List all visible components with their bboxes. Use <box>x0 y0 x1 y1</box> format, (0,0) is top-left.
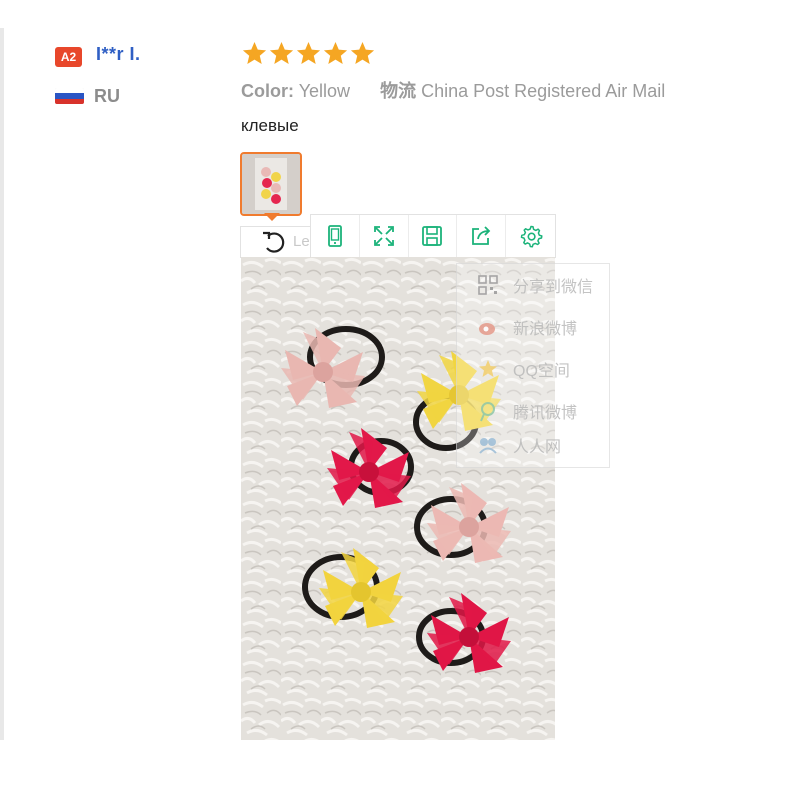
save-image-button[interactable] <box>409 215 458 257</box>
share-tencent-weibo[interactable]: 腾讯微博 <box>477 400 577 422</box>
share-renren[interactable]: 人人网 <box>477 434 561 456</box>
share-weibo[interactable]: 新浪微博 <box>477 316 577 338</box>
rotate-left-control[interactable]: Le <box>240 226 313 258</box>
star-icon <box>242 42 267 64</box>
qzone-icon <box>479 360 497 377</box>
phone-view-icon <box>327 225 342 247</box>
viewer-settings-button[interactable] <box>506 215 555 257</box>
left-border <box>0 28 4 740</box>
share-menu: 分享到微信 新浪微博 QQ空间 腾讯微博 人人网 <box>456 263 610 468</box>
star-rating <box>241 40 376 68</box>
rotate-left-label: Le <box>293 233 310 250</box>
qr-code-icon <box>478 275 498 295</box>
reviewer-country: RU <box>94 86 120 106</box>
phone-view-button[interactable] <box>311 215 360 257</box>
color-label: Color: <box>241 81 294 101</box>
share-icon <box>472 226 491 245</box>
share-weibo-label: 新浪微博 <box>513 321 578 338</box>
shipping-label: 物流 <box>380 81 417 101</box>
share-image-button[interactable] <box>457 215 507 257</box>
star-icon <box>350 42 375 64</box>
tencent-weibo-icon <box>480 402 495 422</box>
settings-icon <box>520 225 543 248</box>
star-icon <box>323 42 348 64</box>
fullscreen-button[interactable] <box>360 215 409 257</box>
share-renren-label: 人人网 <box>513 439 562 456</box>
share-qzone-label: QQ空间 <box>513 363 570 380</box>
shipping-value: China Post Registered Air Mail <box>421 81 666 101</box>
fullscreen-icon <box>373 226 394 246</box>
star-icon <box>296 42 321 64</box>
star-icon <box>269 42 294 64</box>
rotate-left-icon <box>263 231 285 253</box>
color-value: Yellow <box>298 81 351 101</box>
share-qzone[interactable]: QQ空间 <box>477 358 570 380</box>
share-tencent-weibo-label: 腾讯微博 <box>513 405 578 422</box>
country-flag-icon <box>55 88 84 104</box>
order-info: Color: Yellow 物流 China Post Registered A… <box>241 77 665 103</box>
image-viewer-toolbar <box>310 214 556 258</box>
weibo-icon <box>479 323 495 335</box>
reviewer-name: I**r I. <box>96 44 141 64</box>
thumbnail-pointer <box>264 213 280 221</box>
review-text: клевые <box>241 116 299 135</box>
reviewer-level-badge: A2 <box>55 47 82 67</box>
share-wechat-label: 分享到微信 <box>513 279 594 296</box>
share-wechat[interactable]: 分享到微信 <box>477 274 593 296</box>
review-image-thumbnail[interactable] <box>240 152 302 216</box>
renren-icon <box>479 438 497 454</box>
save-icon <box>422 226 443 246</box>
